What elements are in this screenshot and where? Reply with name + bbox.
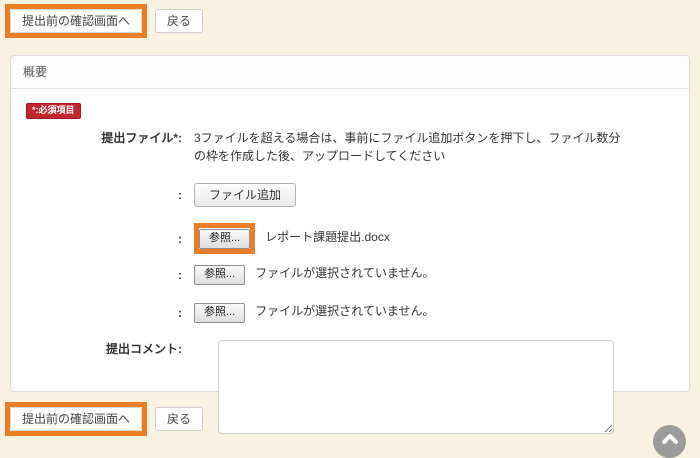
required-fields-badge: *:必須項目: [26, 103, 81, 119]
bottom-back-button[interactable]: 戻る: [155, 407, 203, 431]
top-confirm-highlight-box: 提出前の確認画面へ: [5, 4, 147, 38]
no-file-selected-text: ファイルが選択されていません。: [255, 266, 434, 280]
no-file-selected-text: ファイルが選択されていません。: [255, 304, 434, 318]
row-colon-label: :: [26, 266, 194, 284]
file-upload-instruction: 3ファイルを超える場合は、事前にファイル追加ボタンを押下し、ファイル数分の枠を作…: [194, 129, 626, 165]
row-colon-label: :: [26, 230, 194, 248]
file-row: : 参照... ファイルが選択されていません。: [26, 302, 674, 323]
comment-label: 提出コメント:: [26, 340, 194, 358]
file-row: : 参照... レポート課題提出.docx: [26, 223, 674, 254]
top-back-button[interactable]: 戻る: [155, 9, 203, 33]
row-colon-label: :: [26, 304, 194, 322]
browse-button-1[interactable]: 参照...: [199, 229, 250, 249]
browse-highlight-box: 参照...: [194, 223, 255, 254]
file-row: : 参照... ファイルが選択されていません。: [26, 264, 674, 285]
bottom-confirm-button[interactable]: 提出前の確認画面へ: [10, 407, 142, 431]
panel-body: *:必須項目 提出ファイル*: 3ファイルを超える場合は、事前にファイル追加ボタ…: [11, 89, 689, 439]
submission-form-page: { "colors": { "page_background": "#f9f2e…: [0, 0, 700, 451]
submission-form: 提出ファイル*: 3ファイルを超える場合は、事前にファイル追加ボタンを押下し、フ…: [26, 129, 674, 439]
comment-textarea[interactable]: [218, 340, 614, 434]
selected-file-name: レポート課題提出.docx: [265, 230, 390, 244]
bottom-confirm-highlight-box: 提出前の確認画面へ: [5, 402, 147, 436]
add-file-row: : ファイル追加: [26, 183, 674, 207]
browse-button-2[interactable]: 参照...: [194, 265, 245, 285]
top-confirm-button[interactable]: 提出前の確認画面へ: [10, 9, 142, 33]
file-upload-label: 提出ファイル*:: [26, 129, 194, 147]
summary-panel: 概要 *:必須項目 提出ファイル*: 3ファイルを超える場合は、事前にファイル追…: [10, 55, 690, 392]
panel-header-title: 概要: [11, 56, 689, 89]
bottom-button-bar: 提出前の確認画面へ 戻る: [0, 402, 203, 436]
scroll-to-top-button[interactable]: [653, 425, 686, 458]
chevron-up-icon: [662, 434, 678, 444]
row-colon-label: :: [26, 186, 194, 204]
top-button-bar: 提出前の確認画面へ 戻る: [0, 0, 700, 38]
file-instruction-row: 提出ファイル*: 3ファイルを超える場合は、事前にファイル追加ボタンを押下し、フ…: [26, 129, 674, 165]
browse-button-3[interactable]: 参照...: [194, 303, 245, 323]
add-file-button[interactable]: ファイル追加: [194, 183, 296, 207]
